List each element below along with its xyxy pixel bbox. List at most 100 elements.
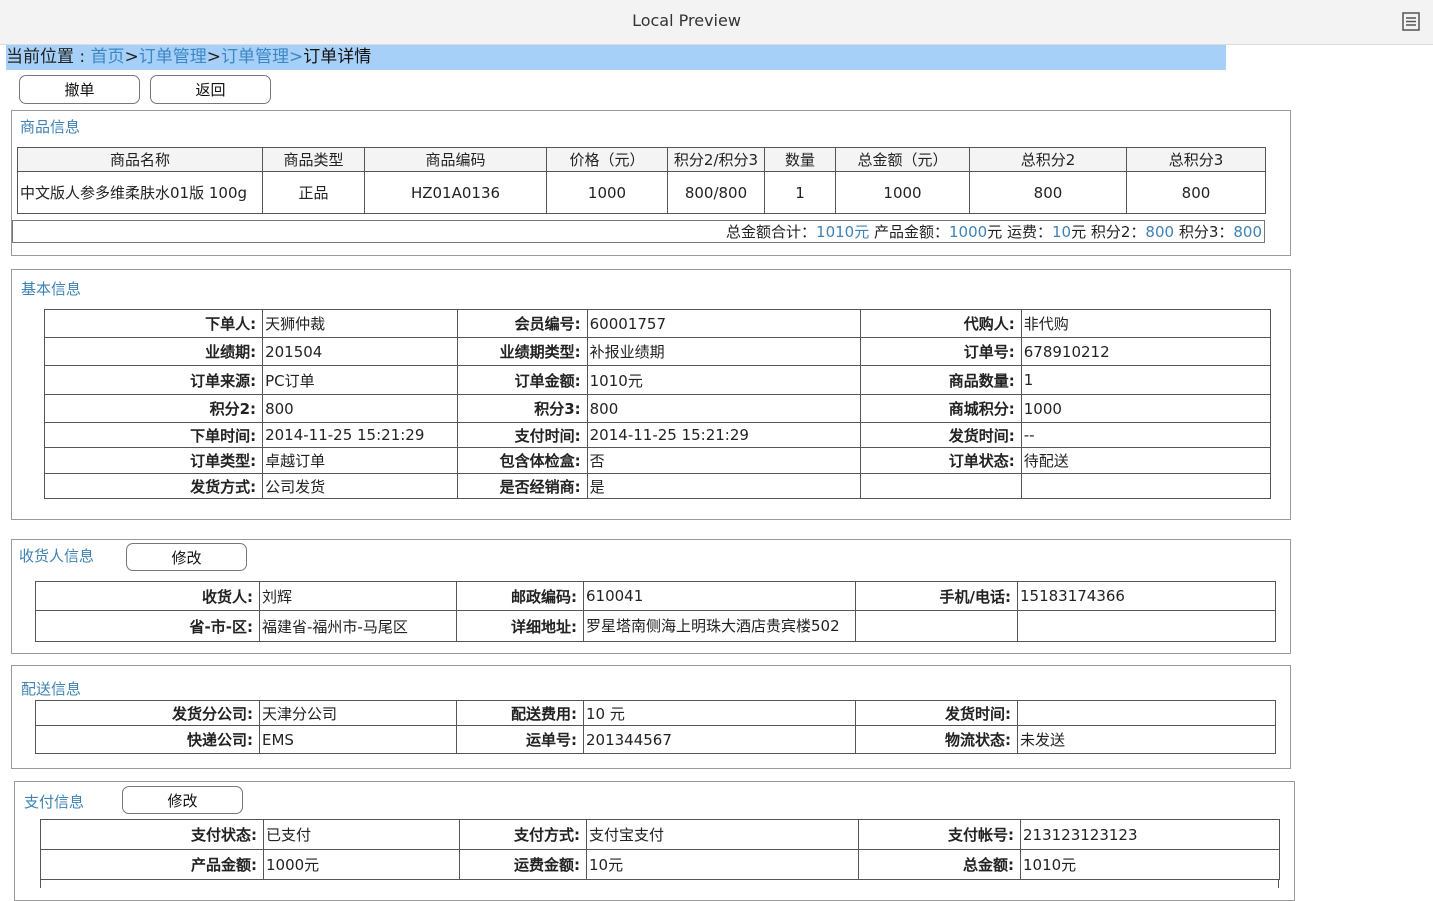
field-value: PC订单 [262, 365, 459, 395]
table-row: 中文版人参多维柔肤水01版 100g 正品 HZ01A0136 1000 800… [17, 171, 1266, 214]
table-row: 订单类型: 卓越订单 包含体检盒: 否订单状态: 待配送 [43, 447, 1272, 474]
breadcrumb-prefix: 当前位置 : [6, 47, 91, 67]
field-value: 卓越订单 [262, 447, 459, 474]
field-value: 15183174366 [1017, 581, 1276, 611]
table-row: 下单人: 天狮仲裁 会员编号: 60001757 代购人: 非代购 [43, 309, 1272, 338]
field-label: 商品数量: [859, 365, 1022, 395]
column-header: 积分2/积分3 [667, 147, 765, 172]
edit-receiver-button[interactable]: 修改 [126, 543, 247, 571]
field-label: 订单号: [859, 337, 1022, 366]
summary-product-unit: 元 [987, 223, 1003, 241]
field-label: 下单人: [43, 309, 264, 338]
table-cell: 800 [969, 171, 1127, 214]
table-row: 产品金额: 1000元 运费金额: 10元 总金额: 1010元 [40, 849, 1280, 880]
window-titlebar: Local Preview [0, 0, 1433, 45]
table-row: 积分2: 800 积分3: 800 商城积分: 1000 [43, 394, 1272, 423]
field-value: 201504 [262, 337, 459, 366]
field-value: 1010元 [1020, 849, 1280, 880]
summary-product-label: 产品金额： [869, 223, 949, 241]
field-label: 订单类型: [43, 447, 264, 474]
field-value: 待配送 [1020, 447, 1272, 474]
column-header: 总积分2 [969, 147, 1127, 172]
product-name-cell: 中文版人参多维柔肤水01版 100g [17, 171, 263, 214]
product-info-title: 商品信息 [20, 118, 81, 136]
column-header: 商品名称 [17, 147, 263, 172]
field-value: 10 元 [583, 700, 856, 726]
field-label: 运费金额: [459, 849, 587, 880]
breadcrumb-current: 订单详情 [303, 47, 372, 67]
table-row: 发货分公司: 天津分公司 配送费用: 10 元发货时间: [35, 700, 1276, 726]
field-label: 手机/电话: [855, 581, 1018, 611]
field-value: 213123123123 [1020, 819, 1280, 850]
table-cell: 正品 [262, 171, 365, 214]
field-label [859, 473, 1022, 499]
field-value: 1 [1020, 365, 1272, 395]
breadcrumb-link-order-management[interactable]: 订单管理 [139, 47, 207, 67]
summary-points3-value: 800 [1233, 223, 1262, 241]
table-row: 快递公司: EMS 运单号: 201344567 物流状态: 未发送 [35, 725, 1276, 754]
field-label: 积分3: [457, 394, 588, 423]
breadcrumb-link-order-management-2[interactable]: 订单管理 [221, 47, 289, 67]
field-value: 60001757 [586, 309, 861, 338]
field-label: 发货方式: [43, 473, 264, 499]
field-label: 支付时间: [457, 422, 588, 448]
column-header: 价格（元） [546, 147, 668, 172]
field-value: 福建省-福州市-马尾区 [259, 610, 457, 642]
field-value: 天狮仲裁 [262, 309, 459, 338]
table-row: 发货方式: 公司发货 是否经销商: 是 [43, 473, 1272, 499]
breadcrumb-link-home[interactable]: 首页 [91, 47, 125, 67]
field-value: 刘辉 [259, 581, 457, 611]
summary-shipping-label: 运费： [1002, 223, 1052, 241]
order-summary: 总金额合计：1010元 产品金额：1000元 运费：10元 积分2：800 积分… [12, 220, 1265, 243]
back-button[interactable]: 返回 [150, 75, 271, 104]
product-table-header: 商品名称 商品类型 商品编码 价格（元） 积分2/积分3 数量 总金额（元） 总… [17, 147, 1266, 172]
field-label: 业绩期类型: [457, 337, 588, 366]
breadcrumb-separator: > [289, 47, 304, 67]
field-label: 收货人: [35, 581, 260, 611]
field-value: 800 [586, 394, 861, 423]
field-value: 201344567 [583, 725, 856, 754]
field-label: 产品金额: [40, 849, 264, 880]
field-label: 订单来源: [43, 365, 264, 395]
edit-payment-button[interactable]: 修改 [122, 786, 243, 814]
field-value: 1010元 [586, 365, 861, 395]
table-row: 收货人: 刘辉 邮政编码: 610041 手机/电话: 15183174366 [35, 581, 1276, 611]
field-label: 发货时间: [859, 422, 1022, 448]
field-label: 运单号: [456, 725, 584, 754]
field-label: 积分2: [43, 394, 264, 423]
summary-shipping-unit: 元 [1071, 223, 1087, 241]
table-cell: 800/800 [667, 171, 765, 214]
field-label: 包含体检盒: [457, 447, 588, 474]
receiver-info-title: 收货人信息 [19, 547, 95, 565]
field-label: 支付方式: [459, 819, 587, 850]
field-value: EMS [259, 725, 457, 754]
basic-info-table: 下单人: 天狮仲裁 会员编号: 60001757 代购人: 非代购 业绩期: 201504 业绩… [43, 309, 1272, 499]
field-label: 快递公司: [35, 725, 260, 754]
summary-points2-label: 积分2： [1086, 223, 1146, 241]
field-label: 代购人: [859, 309, 1022, 338]
field-value: 已支付 [263, 819, 460, 850]
breadcrumb: 当前位置 : 首页>订单管理>订单管理>订单详情 [6, 45, 1226, 70]
table-row: 支付状态: 已支付 支付方式: 支付宝支付 支付帐号: 213123123123 [40, 819, 1280, 850]
field-value: 610041 [583, 581, 856, 611]
table-cell: 1000 [546, 171, 668, 214]
list-menu-icon[interactable] [1402, 12, 1420, 31]
table-cell: 1000 [835, 171, 970, 214]
field-label: 订单金额: [457, 365, 588, 395]
table-row: 订单来源: PC订单 订单金额: 1010元 商品数量: 1 [43, 365, 1272, 395]
breadcrumb-separator: > [206, 47, 222, 67]
revoke-order-button[interactable]: 撤单 [19, 75, 140, 104]
field-label [855, 610, 1018, 642]
field-value: 678910212 [1020, 337, 1272, 366]
table-cell: HZ01A0136 [364, 171, 547, 214]
field-value: 未发送 [1017, 725, 1276, 754]
payment-info-title: 支付信息 [24, 793, 85, 811]
field-label: 配送费用: [456, 700, 584, 726]
field-value: 是 [586, 473, 861, 499]
field-value: 1000 [1020, 394, 1272, 423]
field-value: 800 [262, 394, 459, 423]
table-cell: 1 [764, 171, 836, 214]
summary-total-value: 1010元 [816, 223, 870, 241]
summary-shipping-value: 10 [1051, 223, 1072, 241]
field-label: 详细地址: [456, 610, 584, 642]
